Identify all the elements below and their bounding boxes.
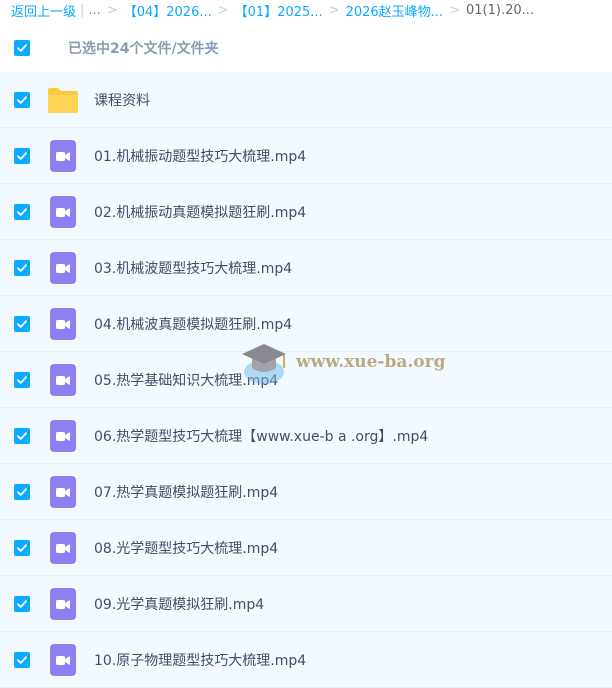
file-name[interactable]: 04.机械波真题模拟题狂刷.mp4 bbox=[94, 314, 292, 334]
file-name[interactable]: 06.热学题型技巧大梳理【www.xue-b a .org】.mp4 bbox=[94, 426, 428, 446]
file-name[interactable]: 09.光学真题模拟狂刷.mp4 bbox=[94, 594, 264, 614]
row-checkbox[interactable] bbox=[14, 371, 30, 388]
list-item[interactable]: 08.光学题型技巧大梳理.mp4 bbox=[0, 520, 612, 576]
row-checkbox[interactable] bbox=[14, 203, 30, 220]
row-checkbox[interactable] bbox=[14, 539, 30, 556]
check-icon bbox=[17, 599, 27, 608]
folder-icon bbox=[46, 83, 80, 117]
list-item[interactable]: 02.机械振动真题模拟题狂刷.mp4 bbox=[0, 184, 612, 240]
file-name[interactable]: 07.热学真题模拟题狂刷.mp4 bbox=[94, 482, 278, 502]
breadcrumb-pipe: | bbox=[80, 2, 85, 18]
breadcrumb-item-2[interactable]: 【01】2025... bbox=[235, 1, 323, 20]
selection-bar: 已选中24个文件/文件夹 bbox=[0, 24, 612, 72]
file-list: 课程资料 01.机械振动题型技巧大梳理.mp4 02.机械振动真题模拟题狂刷.m… bbox=[0, 72, 612, 688]
list-item[interactable]: 01.机械振动题型技巧大梳理.mp4 bbox=[0, 128, 612, 184]
breadcrumb-item-1[interactable]: 【04】2026... bbox=[124, 1, 212, 20]
video-file-icon bbox=[46, 419, 80, 453]
breadcrumb-separator: > bbox=[328, 2, 340, 18]
file-name[interactable]: 课程资料 bbox=[94, 90, 150, 110]
file-name[interactable]: 02.机械振动真题模拟题狂刷.mp4 bbox=[94, 202, 306, 222]
video-file-icon bbox=[46, 251, 80, 285]
check-icon bbox=[17, 655, 27, 664]
list-item[interactable]: 06.热学题型技巧大梳理【www.xue-b a .org】.mp4 bbox=[0, 408, 612, 464]
breadcrumb-separator: > bbox=[449, 2, 460, 18]
list-item[interactable]: 03.机械波题型技巧大梳理.mp4 bbox=[0, 240, 612, 296]
list-item[interactable]: 07.热学真题模拟题狂刷.mp4 bbox=[0, 464, 612, 520]
list-item[interactable]: 课程资料 bbox=[0, 72, 612, 128]
row-checkbox[interactable] bbox=[14, 427, 30, 444]
row-checkbox[interactable] bbox=[14, 595, 30, 612]
file-name[interactable]: 08.光学题型技巧大梳理.mp4 bbox=[94, 538, 278, 558]
file-name[interactable]: 05.热学基础知识大梳理.mp4 bbox=[94, 370, 278, 390]
check-icon bbox=[17, 431, 27, 440]
file-name[interactable]: 10.原子物理题型技巧大梳理.mp4 bbox=[94, 650, 306, 670]
video-file-icon bbox=[46, 643, 80, 677]
back-link[interactable]: 返回上一级 bbox=[11, 1, 76, 20]
check-icon bbox=[17, 151, 27, 160]
row-checkbox[interactable] bbox=[14, 315, 30, 332]
list-item[interactable]: 04.机械波真题模拟题狂刷.mp4 bbox=[0, 296, 612, 352]
row-checkbox[interactable] bbox=[14, 483, 30, 500]
check-icon bbox=[17, 543, 27, 552]
check-icon bbox=[17, 44, 27, 52]
video-file-icon bbox=[46, 363, 80, 397]
row-checkbox[interactable] bbox=[14, 91, 30, 108]
list-item[interactable]: 09.光学真题模拟狂刷.mp4 bbox=[0, 576, 612, 632]
row-checkbox[interactable] bbox=[14, 259, 30, 276]
breadcrumb-ellipsis[interactable]: ... bbox=[88, 3, 100, 18]
check-icon bbox=[17, 375, 27, 384]
check-icon bbox=[17, 319, 27, 328]
list-item[interactable]: 05.热学基础知识大梳理.mp4 bbox=[0, 352, 612, 408]
video-file-icon bbox=[46, 307, 80, 341]
video-file-icon bbox=[46, 587, 80, 621]
select-all-checkbox[interactable] bbox=[14, 40, 30, 56]
row-checkbox[interactable] bbox=[14, 147, 30, 164]
check-icon bbox=[17, 263, 27, 272]
breadcrumb-item-3[interactable]: 2026赵玉峰物... bbox=[346, 1, 443, 20]
check-icon bbox=[17, 95, 27, 104]
breadcrumb-separator: > bbox=[106, 2, 118, 18]
video-file-icon bbox=[46, 139, 80, 173]
breadcrumb-separator: > bbox=[217, 2, 229, 18]
selection-count: 已选中24个文件/文件夹 bbox=[68, 41, 219, 57]
file-name[interactable]: 01.机械振动题型技巧大梳理.mp4 bbox=[94, 146, 306, 166]
video-file-icon bbox=[46, 475, 80, 509]
check-icon bbox=[17, 487, 27, 496]
file-name[interactable]: 03.机械波题型技巧大梳理.mp4 bbox=[94, 258, 292, 278]
breadcrumb-current: 01(1).20... bbox=[465, 2, 535, 18]
list-item[interactable]: 10.原子物理题型技巧大梳理.mp4 bbox=[0, 632, 612, 688]
row-checkbox[interactable] bbox=[14, 651, 30, 668]
video-file-icon bbox=[46, 531, 80, 565]
check-icon bbox=[17, 207, 27, 216]
breadcrumb: 返回上一级 | ... > 【04】2026... > 【01】2025... … bbox=[0, 0, 612, 22]
video-file-icon bbox=[46, 195, 80, 229]
